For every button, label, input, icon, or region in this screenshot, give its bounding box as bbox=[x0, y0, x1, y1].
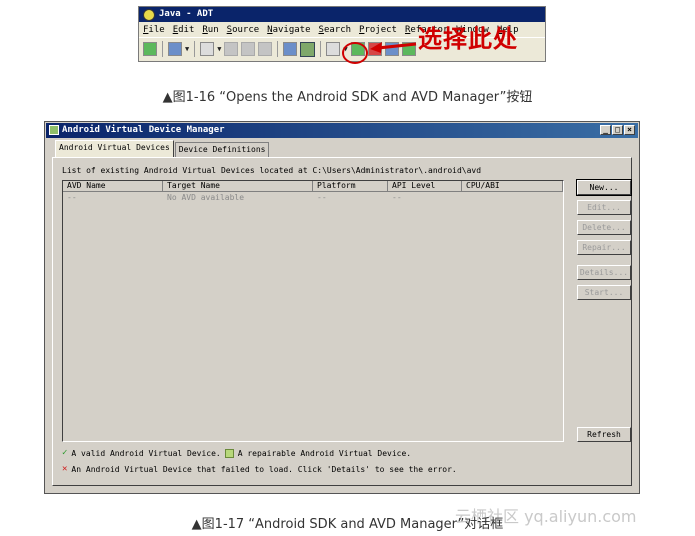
column-avd-name[interactable]: AVD Name bbox=[63, 181, 163, 192]
menu-search[interactable]: Search bbox=[319, 25, 352, 35]
print-icon[interactable] bbox=[258, 42, 273, 56]
avd-action-buttons: New... Edit... Delete... Repair... Detai… bbox=[576, 179, 632, 442]
cell-avd-name: -- bbox=[67, 193, 77, 202]
annotation-arrow-icon bbox=[370, 42, 417, 53]
column-platform[interactable]: Platform bbox=[313, 181, 388, 192]
menu-navigate[interactable]: Navigate bbox=[267, 25, 310, 35]
dropdown-arrow-icon[interactable]: ▼ bbox=[217, 45, 221, 53]
avd-table[interactable]: AVD Name Target Name Platform API Level … bbox=[62, 180, 564, 442]
details-avd-button[interactable]: Details... bbox=[577, 265, 631, 280]
tab-device-definitions[interactable]: Device Definitions bbox=[174, 142, 270, 157]
toolbar-separator bbox=[277, 41, 279, 57]
avd-manager-button[interactable] bbox=[300, 41, 316, 57]
toolbar-separator bbox=[162, 41, 163, 57]
cell-api-level: -- bbox=[392, 193, 402, 202]
dialog-titlebar: Android Virtual Device Manager _ □ × bbox=[46, 123, 638, 138]
save-all-icon[interactable] bbox=[241, 42, 256, 56]
cell-platform: -- bbox=[317, 193, 327, 202]
window-controls: _ □ × bbox=[600, 125, 635, 135]
tab-android-virtual-devices[interactable]: Android Virtual Devices bbox=[55, 140, 174, 157]
legend-repairable-text: A repairable Android Virtual Device. bbox=[237, 448, 412, 458]
edit-avd-button[interactable]: Edit... bbox=[577, 200, 631, 215]
debug-icon[interactable] bbox=[326, 42, 341, 56]
column-api-level[interactable]: API Level bbox=[388, 181, 462, 192]
repair-avd-button[interactable]: Repair... bbox=[577, 240, 631, 255]
figure-caption-1-17: ▲图1-17 “Android SDK and AVD Manager”对话框 bbox=[191, 517, 504, 532]
avd-panel: List of existing Android Virtual Devices… bbox=[52, 157, 632, 486]
toolbar-separator bbox=[194, 41, 196, 57]
refresh-button[interactable]: Refresh bbox=[577, 427, 631, 442]
annotation-text: 选择此处 bbox=[418, 25, 518, 53]
android-icon bbox=[49, 125, 59, 135]
dialog-title: Android Virtual Device Manager bbox=[62, 125, 225, 135]
new-wizard-icon[interactable] bbox=[143, 42, 157, 56]
new-file-icon[interactable] bbox=[200, 42, 215, 56]
check-icon: ✓ bbox=[62, 448, 68, 458]
avd-manager-dialog: Android Virtual Device Manager _ □ × And… bbox=[44, 121, 640, 494]
eclipse-titlebar: Java - ADT bbox=[139, 7, 545, 22]
minimize-icon[interactable]: _ bbox=[600, 125, 611, 135]
cell-cpu-abi bbox=[462, 192, 563, 203]
sdk-manager-icon[interactable] bbox=[283, 42, 298, 56]
new-avd-button[interactable]: New... bbox=[576, 179, 632, 196]
column-cpu-abi[interactable]: CPU/ABI bbox=[462, 181, 563, 192]
repair-icon bbox=[224, 448, 234, 458]
figure-caption-1-16: ▲图1-16 “Opens the Android SDK and AVD Ma… bbox=[162, 90, 533, 105]
legend-valid-text: A valid Android Virtual Device. bbox=[71, 448, 221, 458]
dropdown-arrow-icon[interactable]: ▼ bbox=[185, 45, 189, 53]
cell-target-name: No AVD available bbox=[167, 193, 245, 202]
avd-list-caption: List of existing Android Virtual Devices… bbox=[62, 166, 482, 175]
maximize-icon[interactable]: □ bbox=[612, 125, 623, 135]
delete-avd-button[interactable]: Delete... bbox=[577, 220, 631, 235]
menu-source[interactable]: Source bbox=[227, 25, 260, 35]
save-icon[interactable] bbox=[224, 42, 239, 56]
legend-row-valid: ✓ A valid Android Virtual Device. A repa… bbox=[62, 448, 411, 458]
menu-edit[interactable]: Edit bbox=[173, 25, 195, 35]
menu-run[interactable]: Run bbox=[202, 25, 218, 35]
error-cross-icon: ✕ bbox=[62, 464, 68, 474]
table-row[interactable]: -- No AVD available -- -- bbox=[63, 192, 563, 203]
dialog-tabs: Android Virtual Devices Device Definitio… bbox=[55, 140, 270, 157]
toolbar-separator bbox=[320, 41, 322, 57]
table-header: AVD Name Target Name Platform API Level … bbox=[63, 181, 563, 192]
menu-file[interactable]: File bbox=[143, 25, 165, 35]
column-target-name[interactable]: Target Name bbox=[163, 181, 313, 192]
checkbox-tool-icon[interactable] bbox=[168, 42, 182, 56]
legend-row-failed: ✕ An Android Virtual Device that failed … bbox=[62, 464, 457, 474]
highlight-circle bbox=[342, 42, 368, 64]
legend-failed-text: An Android Virtual Device that failed to… bbox=[71, 464, 457, 474]
menu-project[interactable]: Project bbox=[359, 25, 397, 35]
eclipse-app-icon bbox=[143, 8, 155, 21]
eclipse-window-title: Java - ADT bbox=[159, 9, 214, 19]
start-avd-button[interactable]: Start... bbox=[577, 285, 631, 300]
close-icon[interactable]: × bbox=[624, 125, 635, 135]
